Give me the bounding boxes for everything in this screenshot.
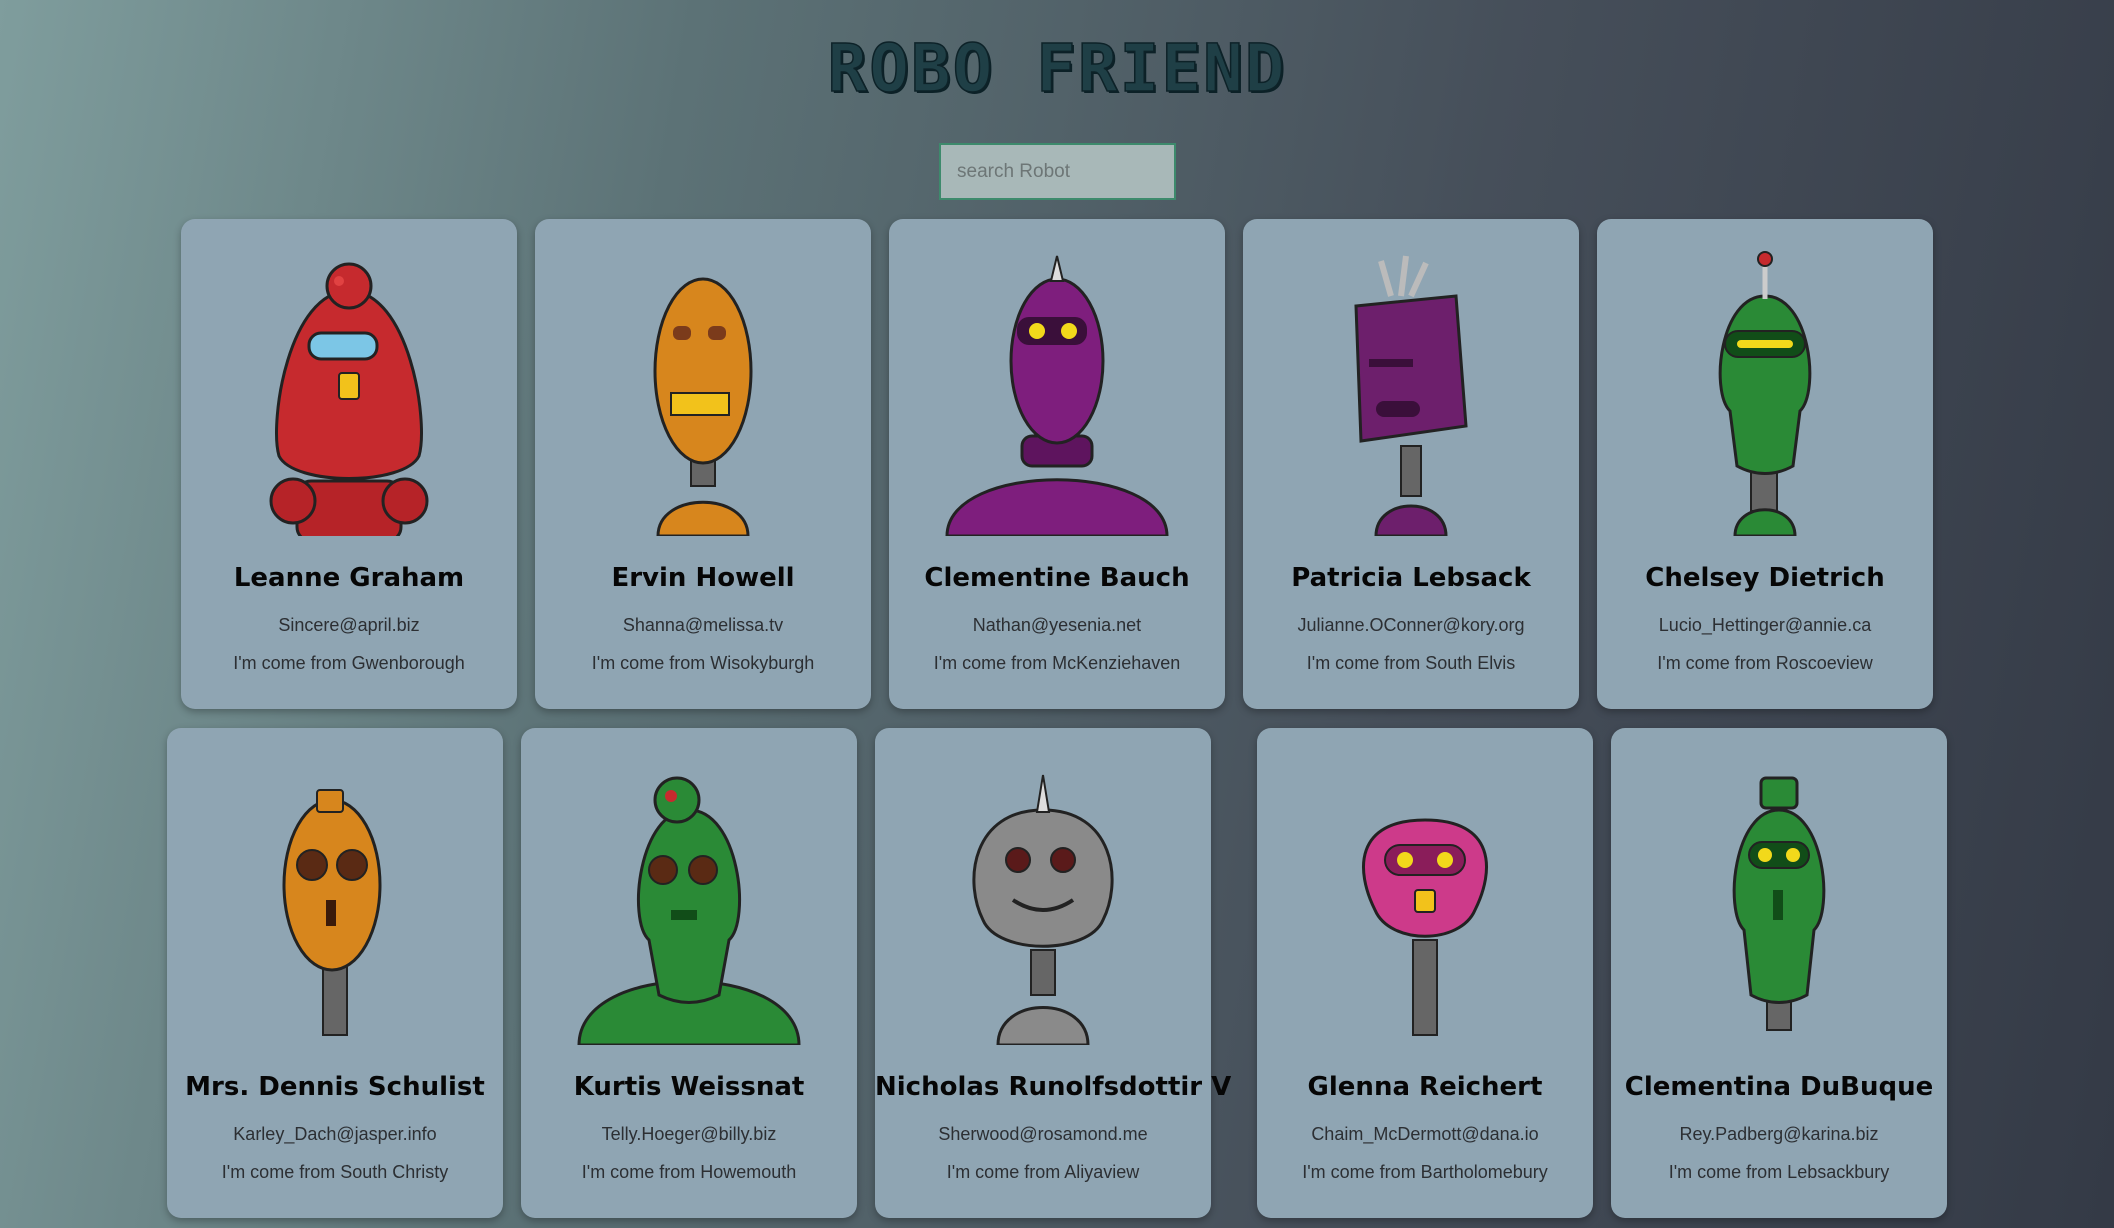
- robot-name: Patricia Lebsack: [1291, 563, 1531, 593]
- robot-name: Leanne Graham: [233, 563, 465, 593]
- robot-avatar-image: [1362, 818, 1488, 1036]
- robot-name: Nicholas Runolfsdottir V: [875, 1072, 1232, 1102]
- robot-card[interactable]: Mrs. Dennis Schulist Karley_Dach@jasper.…: [167, 728, 503, 1218]
- robot-city: I'm come from South Elvis: [1306, 653, 1516, 673]
- robot-card[interactable]: Leanne Graham Sincere@april.biz I'm come…: [181, 219, 517, 709]
- robot-city: I'm come from Bartholomebury: [1302, 1162, 1548, 1182]
- robot-name: Clementina DuBuque: [1624, 1072, 1934, 1102]
- robot-avatar-image: [945, 255, 1169, 536]
- robot-card[interactable]: Clementina DuBuque Rey.Padberg@karina.bi…: [1611, 728, 1947, 1218]
- robot-card[interactable]: Nicholas Runolfsdottir V Sherwood@rosamo…: [875, 728, 1232, 1218]
- robot-name: Mrs. Dennis Schulist: [185, 1072, 485, 1102]
- robot-email: Nathan@yesenia.net: [972, 615, 1142, 635]
- page-title: ROBO FRIEND: [827, 29, 1287, 108]
- robot-card[interactable]: Glenna Reichert Chaim_McDermott@dana.io …: [1257, 728, 1593, 1218]
- search-input[interactable]: [939, 143, 1176, 200]
- robot-avatar-image: [1354, 255, 1468, 536]
- robot-email: Rey.Padberg@karina.biz: [1679, 1124, 1879, 1144]
- robot-card[interactable]: Kurtis Weissnat Telly.Hoeger@billy.biz I…: [521, 728, 857, 1218]
- robot-avatar-image: [1732, 776, 1826, 1031]
- robot-email: Karley_Dach@jasper.info: [233, 1124, 437, 1144]
- robot-city: I'm come from Gwenborough: [233, 653, 465, 673]
- robot-city: I'm come from McKenziehaven: [933, 653, 1181, 673]
- robot-email: Sincere@april.biz: [278, 615, 420, 635]
- robot-card[interactable]: Ervin Howell Shanna@melissa.tv I'm come …: [535, 219, 871, 709]
- robot-email: Telly.Hoeger@billy.biz: [601, 1124, 777, 1144]
- robot-name: Kurtis Weissnat: [573, 1072, 805, 1102]
- robot-name: Ervin Howell: [611, 563, 795, 593]
- robot-city: I'm come from South Christy: [221, 1162, 449, 1182]
- robot-avatar-image: [972, 774, 1114, 1045]
- robot-email: Julianne.OConner@kory.org: [1297, 615, 1525, 635]
- robot-avatar-image: [1718, 251, 1812, 536]
- robot-email: Lucio_Hettinger@annie.ca: [1658, 615, 1872, 635]
- robot-city: I'm come from Wisokyburgh: [591, 653, 815, 673]
- robot-city: I'm come from Lebsackbury: [1668, 1162, 1890, 1182]
- robot-card[interactable]: Clementine Bauch Nathan@yesenia.net I'm …: [889, 219, 1225, 709]
- robot-card[interactable]: Chelsey Dietrich Lucio_Hettinger@annie.c…: [1597, 219, 1933, 709]
- robot-name: Chelsey Dietrich: [1645, 563, 1885, 593]
- robot-email: Chaim_McDermott@dana.io: [1311, 1124, 1539, 1144]
- robot-city: I'm come from Aliyaview: [946, 1162, 1140, 1182]
- robot-card[interactable]: Patricia Lebsack Julianne.OConner@kory.o…: [1243, 219, 1579, 709]
- robot-city: I'm come from Roscoeview: [1657, 653, 1873, 673]
- robot-avatar-image: [269, 262, 429, 536]
- robot-city: I'm come from Howemouth: [581, 1162, 797, 1182]
- robot-avatar-image: [653, 277, 753, 536]
- robot-email: Sherwood@rosamond.me: [938, 1124, 1148, 1144]
- robot-avatar-image: [577, 776, 801, 1045]
- robot-avatar-image: [282, 789, 382, 1036]
- robot-email: Shanna@melissa.tv: [622, 615, 784, 635]
- robot-name: Clementine Bauch: [924, 563, 1190, 593]
- robot-name: Glenna Reichert: [1307, 1072, 1543, 1102]
